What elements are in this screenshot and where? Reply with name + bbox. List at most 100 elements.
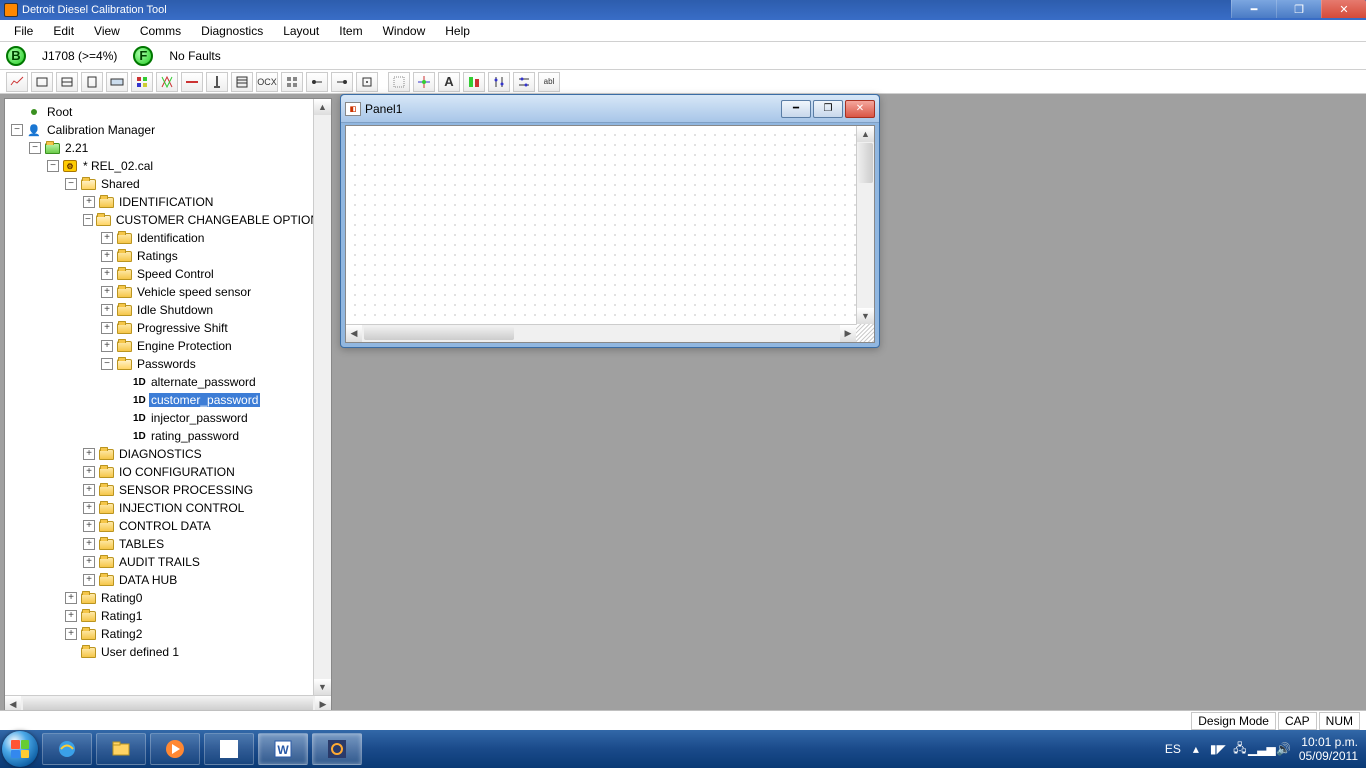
signal-icon[interactable]: ▁▃▅ — [1255, 742, 1269, 756]
tool-ocx-icon[interactable]: OCX — [256, 72, 278, 92]
tree-injctrl[interactable]: +INJECTION CONTROL — [7, 499, 329, 517]
tool-19-icon[interactable] — [463, 72, 485, 92]
tool-10-icon[interactable] — [231, 72, 253, 92]
taskbar-ie[interactable] — [42, 733, 92, 765]
tree-sensor[interactable]: +SENSOR PROCESSING — [7, 481, 329, 499]
expand-icon[interactable]: + — [83, 520, 95, 532]
tree-shared[interactable]: −Shared — [7, 175, 329, 193]
tree-body[interactable]: Root −👤Calibration Manager −2.21 −⚙* REL… — [5, 99, 331, 695]
tool-3-icon[interactable] — [56, 72, 78, 92]
tree-idle[interactable]: +Idle Shutdown — [7, 301, 329, 319]
panel-vertical-scrollbar[interactable]: ▲ ▼ — [856, 126, 874, 324]
tree-tables[interactable]: +TABLES — [7, 535, 329, 553]
flag-icon[interactable]: ▮◤ — [1211, 742, 1225, 756]
expand-icon[interactable]: + — [83, 466, 95, 478]
scrollbar-thumb[interactable] — [364, 327, 514, 340]
tree-221[interactable]: −2.21 — [7, 139, 329, 157]
taskbar-word[interactable]: W — [258, 733, 308, 765]
tool-9-icon[interactable] — [206, 72, 228, 92]
tree-speedctrl[interactable]: +Speed Control — [7, 265, 329, 283]
tool-16-icon[interactable] — [388, 72, 410, 92]
close-button[interactable]: ✕ — [1321, 0, 1366, 18]
expand-icon[interactable]: + — [101, 232, 113, 244]
scroll-left-icon[interactable]: ◀ — [346, 325, 362, 342]
tool-17-icon[interactable] — [413, 72, 435, 92]
tree-ioconfig[interactable]: +IO CONFIGURATION — [7, 463, 329, 481]
scroll-down-icon[interactable]: ▼ — [857, 308, 874, 324]
volume-icon[interactable]: 🔊 — [1277, 742, 1291, 756]
collapse-icon[interactable]: − — [47, 160, 59, 172]
tree-passwords[interactable]: −Passwords — [7, 355, 329, 373]
tree-injpwd[interactable]: 1Dinjector_password — [7, 409, 329, 427]
tree-custopts[interactable]: −CUSTOMER CHANGEABLE OPTIONS — [7, 211, 329, 229]
tree-vertical-scrollbar[interactable]: ▲ ▼ — [313, 99, 331, 695]
tool-5-icon[interactable] — [106, 72, 128, 92]
collapse-icon[interactable]: − — [65, 178, 77, 190]
tool-15-icon[interactable] — [356, 72, 378, 92]
network-icon[interactable]: 🖧 — [1233, 742, 1247, 756]
collapse-icon[interactable]: − — [83, 214, 93, 226]
expand-icon[interactable]: + — [83, 538, 95, 550]
scrollbar-thumb[interactable] — [858, 143, 873, 183]
collapse-icon[interactable]: − — [101, 358, 113, 370]
panel-minimize-button[interactable]: ━ — [781, 100, 811, 118]
tool-21-icon[interactable] — [513, 72, 535, 92]
expand-icon[interactable]: + — [101, 250, 113, 262]
resize-grip-icon[interactable] — [856, 324, 874, 342]
tool-chart-icon[interactable] — [6, 72, 28, 92]
tray-language[interactable]: ES — [1165, 742, 1181, 756]
tool-13-icon[interactable] — [306, 72, 328, 92]
taskbar-clock[interactable]: 10:01 p.m. 05/09/2011 — [1299, 735, 1358, 764]
expand-icon[interactable]: + — [83, 556, 95, 568]
expand-icon[interactable]: + — [101, 268, 113, 280]
tool-20-icon[interactable] — [488, 72, 510, 92]
scroll-down-icon[interactable]: ▼ — [314, 679, 331, 695]
menu-edit[interactable]: Edit — [43, 22, 84, 40]
tree-identification-caps[interactable]: +IDENTIFICATION — [7, 193, 329, 211]
tool-text-icon[interactable]: A — [438, 72, 460, 92]
menu-help[interactable]: Help — [435, 22, 480, 40]
tree-rel02[interactable]: −⚙* REL_02.cal — [7, 157, 329, 175]
scroll-up-icon[interactable]: ▲ — [857, 126, 874, 142]
expand-icon[interactable]: + — [101, 286, 113, 298]
tool-6-icon[interactable] — [131, 72, 153, 92]
expand-icon[interactable]: + — [65, 592, 77, 604]
panel1-canvas[interactable] — [346, 126, 856, 324]
tree-rating1[interactable]: +Rating1 — [7, 607, 329, 625]
expand-icon[interactable]: + — [83, 574, 95, 586]
tree-calmgr[interactable]: −👤Calibration Manager — [7, 121, 329, 139]
tree-rating2[interactable]: +Rating2 — [7, 625, 329, 643]
menu-file[interactable]: File — [4, 22, 43, 40]
panel1-window[interactable]: ◧ Panel1 ━ ❐ ✕ ▲ ▼ ◀ ▶ — [340, 94, 880, 348]
tree-diag[interactable]: +DIAGNOSTICS — [7, 445, 329, 463]
tree-ctrldata[interactable]: +CONTROL DATA — [7, 517, 329, 535]
taskbar-mediaplayer[interactable] — [150, 733, 200, 765]
tool-rect-icon[interactable] — [31, 72, 53, 92]
expand-icon[interactable]: + — [65, 610, 77, 622]
tree-datahub[interactable]: +DATA HUB — [7, 571, 329, 589]
expand-icon[interactable]: + — [101, 304, 113, 316]
expand-icon[interactable]: + — [101, 322, 113, 334]
tree-ratings[interactable]: +Ratings — [7, 247, 329, 265]
tool-label-icon[interactable]: abl — [538, 72, 560, 92]
menu-view[interactable]: View — [84, 22, 130, 40]
tree-identification[interactable]: +Identification — [7, 229, 329, 247]
tree-engprot[interactable]: +Engine Protection — [7, 337, 329, 355]
menu-comms[interactable]: Comms — [130, 22, 191, 40]
tool-12-icon[interactable] — [281, 72, 303, 92]
start-button[interactable] — [0, 730, 40, 768]
tool-7-icon[interactable] — [156, 72, 178, 92]
panel-close-button[interactable]: ✕ — [845, 100, 875, 118]
tree-root[interactable]: Root — [7, 103, 329, 121]
panel-horizontal-scrollbar[interactable]: ◀ ▶ — [346, 324, 856, 342]
expand-icon[interactable]: + — [101, 340, 113, 352]
tree-ratpwd[interactable]: 1Drating_password — [7, 427, 329, 445]
tree-rating0[interactable]: +Rating0 — [7, 589, 329, 607]
taskbar-ddct[interactable] — [312, 733, 362, 765]
menu-item[interactable]: Item — [329, 22, 372, 40]
minimize-button[interactable]: ━ — [1231, 0, 1276, 18]
collapse-icon[interactable]: − — [29, 142, 41, 154]
menu-layout[interactable]: Layout — [273, 22, 329, 40]
maximize-button[interactable]: ❐ — [1276, 0, 1321, 18]
tool-4-icon[interactable] — [81, 72, 103, 92]
